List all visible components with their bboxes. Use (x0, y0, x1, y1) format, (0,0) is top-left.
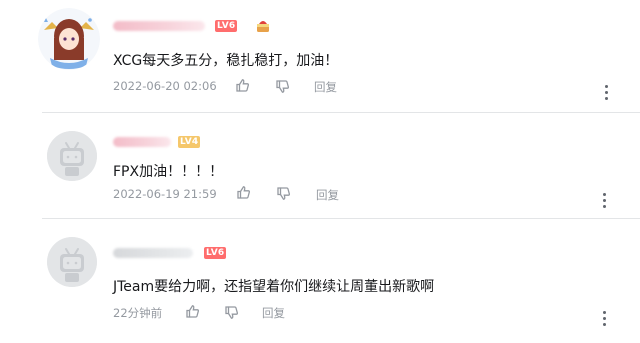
more-options-icon[interactable] (603, 311, 607, 327)
comment-text: FPX加油！！！！ (113, 164, 224, 180)
dislike-icon[interactable] (276, 186, 291, 201)
dislike-icon[interactable] (224, 305, 239, 320)
level-badge: LV6 (215, 20, 238, 32)
username[interactable] (113, 21, 205, 31)
like-icon[interactable] (235, 78, 250, 93)
dislike-icon[interactable] (275, 79, 290, 94)
level-badge: LV6 (204, 247, 227, 259)
reply-button[interactable]: 回复 (316, 187, 339, 203)
cake-medal-icon (254, 16, 272, 34)
user-avatar-anime[interactable] (38, 8, 100, 70)
comment-text: JTeam要给力啊，还指望着你们继续让周董出新歌啊 (113, 279, 435, 295)
username[interactable] (113, 137, 171, 147)
reply-button[interactable]: 回复 (262, 305, 285, 321)
comment-text: XCG每天多五分，稳扎稳打，加油！ (113, 53, 339, 69)
like-icon[interactable] (236, 185, 251, 200)
divider (42, 218, 640, 219)
comment-time: 22分钟前 (113, 306, 163, 320)
more-options-icon[interactable] (605, 85, 609, 101)
username[interactable] (113, 248, 193, 258)
level-badge: LV4 (178, 136, 201, 148)
like-icon[interactable] (185, 304, 200, 319)
reply-button[interactable]: 回复 (314, 79, 337, 95)
more-options-icon[interactable] (603, 193, 607, 209)
user-avatar-default[interactable] (47, 131, 97, 181)
user-avatar-default[interactable] (47, 237, 97, 287)
comment-time: 2022-06-20 02:06 (113, 79, 217, 93)
comment-time: 2022-06-19 21:59 (113, 187, 217, 201)
divider (42, 112, 640, 113)
